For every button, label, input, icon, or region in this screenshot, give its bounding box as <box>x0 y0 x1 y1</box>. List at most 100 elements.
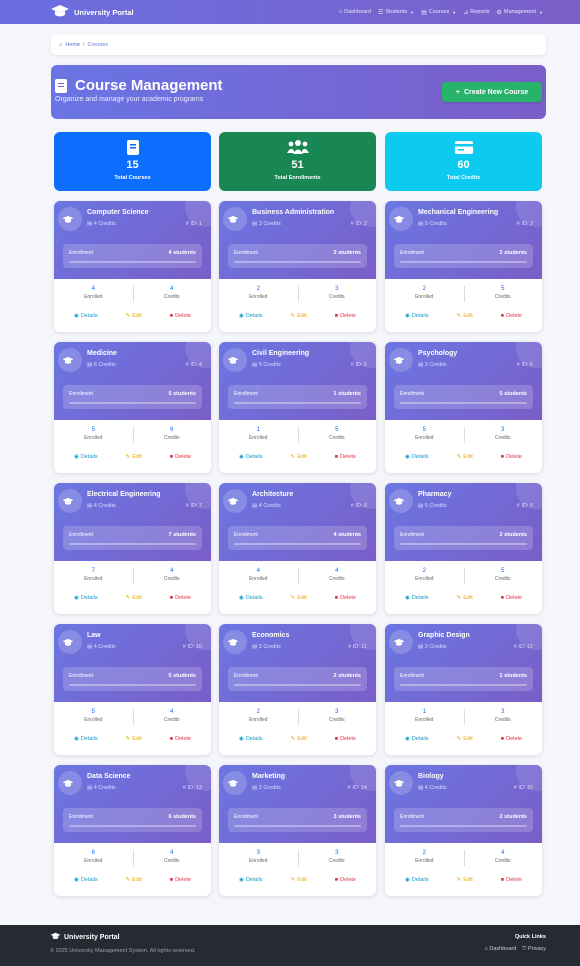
enrollment-row: Enrollment 2 students <box>234 673 361 679</box>
edit-button[interactable]: ✎ Edit <box>457 454 473 460</box>
enrollment-count: 2 students <box>499 814 527 820</box>
credits-stat: 3 Credits <box>298 709 377 723</box>
enrollment-progress-bar <box>234 261 361 263</box>
trash-icon: ■ <box>334 454 339 460</box>
edit-button[interactable]: ✎ Edit <box>457 877 473 883</box>
enrollment-box: Enrollment 1 students <box>228 385 367 409</box>
edit-button[interactable]: ✎ Edit <box>291 454 307 460</box>
edit-button[interactable]: ✎ Edit <box>126 877 142 883</box>
edit-button[interactable]: ✎ Edit <box>457 313 473 319</box>
details-button[interactable]: ◉ Details <box>405 595 429 601</box>
nav-management[interactable]: ⚙ Management ▼ <box>497 9 543 16</box>
delete-button[interactable]: ■ Delete <box>170 736 191 742</box>
delete-button[interactable]: ■ Delete <box>501 877 522 883</box>
stats-divider <box>132 568 134 584</box>
delete-button[interactable]: ■ Delete <box>170 454 191 460</box>
course-card-header: Data Science ▤ 4 Credits # ID: 13 Enrollmen… <box>54 765 211 843</box>
details-button[interactable]: ◉ Details <box>239 595 263 601</box>
enrolled-stat: 7 Enrolled <box>54 568 133 582</box>
nav-courses[interactable]: ▤ Courses ▼ <box>421 9 456 16</box>
edit-button[interactable]: ✎ Edit <box>457 595 473 601</box>
details-button[interactable]: ◉ Details <box>239 313 263 319</box>
details-button[interactable]: ◉ Details <box>405 877 429 883</box>
details-button[interactable]: ◉ Details <box>239 736 263 742</box>
brand-name: University Portal <box>74 7 134 17</box>
details-button[interactable]: ◉ Details <box>239 454 263 460</box>
stats-divider <box>297 286 299 302</box>
create-course-button[interactable]: + Create New Course <box>442 82 542 102</box>
details-button[interactable]: ◉ Details <box>74 313 98 319</box>
edit-button[interactable]: ✎ Edit <box>457 736 473 742</box>
details-button[interactable]: ◉ Details <box>239 877 263 883</box>
delete-button[interactable]: ■ Delete <box>170 313 191 319</box>
course-credits-text: 4 Credits <box>424 785 447 791</box>
delete-button[interactable]: ■ Delete <box>335 595 356 601</box>
edit-button[interactable]: ✎ Edit <box>126 595 142 601</box>
eye-icon: ◉ <box>405 736 410 742</box>
course-stats: 2 Enrolled 5 Credits <box>385 286 542 302</box>
eye-icon: ◉ <box>74 736 79 742</box>
delete-button[interactable]: ■ Delete <box>335 736 356 742</box>
delete-button[interactable]: ■ Delete <box>170 877 191 883</box>
edit-label: Edit <box>463 313 473 319</box>
edit-icon: ✎ <box>290 313 296 319</box>
edit-button[interactable]: ✎ Edit <box>291 736 307 742</box>
credits-value: 5 <box>501 286 505 292</box>
delete-button[interactable]: ■ Delete <box>501 736 522 742</box>
delete-button[interactable]: ■ Delete <box>501 313 522 319</box>
enrolled-label: Enrolled <box>415 858 434 864</box>
enrolled-stat: 5 Enrolled <box>54 709 133 723</box>
hash-icon: # <box>185 503 189 509</box>
credits-label: Credits <box>328 858 345 864</box>
breadcrumb: ⌂ Home / Courses <box>51 34 546 55</box>
course-credits-meta: ▤ 4 Credits <box>418 785 447 791</box>
details-button[interactable]: ◉ Details <box>405 313 429 319</box>
credits-value: 6 <box>170 427 174 433</box>
edit-button[interactable]: ✎ Edit <box>126 736 142 742</box>
edit-button[interactable]: ✎ Edit <box>291 595 307 601</box>
footer: University Portal © 2025 University Mana… <box>0 925 580 966</box>
delete-button[interactable]: ■ Delete <box>170 595 191 601</box>
course-card: Electrical Engineering ▤ 4 Credits # ID: 7… <box>54 483 211 614</box>
breadcrumb-home[interactable]: Home <box>65 42 80 48</box>
details-button[interactable]: ◉ Details <box>74 454 98 460</box>
trash-icon: ■ <box>500 454 505 460</box>
nav-students[interactable]: ☰ Students ▼ <box>378 9 414 16</box>
footer-link-dashboard[interactable]: ⌂ Dashboard <box>485 946 517 953</box>
details-button[interactable]: ◉ Details <box>74 877 98 883</box>
delete-button[interactable]: ■ Delete <box>335 313 356 319</box>
edit-button[interactable]: ✎ Edit <box>126 454 142 460</box>
details-button[interactable]: ◉ Details <box>405 454 429 460</box>
credits-value: 3 <box>335 286 339 292</box>
trash-icon: ■ <box>334 313 339 319</box>
delete-button[interactable]: ■ Delete <box>501 454 522 460</box>
edit-label: Edit <box>297 595 307 601</box>
details-button[interactable]: ◉ Details <box>74 595 98 601</box>
nav-dashboard[interactable]: ⌂ Dashboard <box>338 9 371 16</box>
delete-button[interactable]: ■ Delete <box>335 877 356 883</box>
graduation-cap-icon <box>62 215 74 226</box>
brand[interactable]: University Portal <box>50 4 134 20</box>
credits-label: Credits <box>494 858 511 864</box>
credits-value: 4 <box>170 709 174 715</box>
delete-button[interactable]: ■ Delete <box>501 595 522 601</box>
nav-reports[interactable]: ⊿ Reports <box>463 9 489 16</box>
enrollment-label: Enrollment <box>234 532 258 538</box>
edit-label: Edit <box>463 454 473 460</box>
course-actions: ◉ Details ✎ Edit ■ Delete <box>385 736 542 742</box>
footer-brand-name: University Portal <box>64 933 120 941</box>
course-stats: 2 Enrolled 3 Credits <box>219 709 377 725</box>
edit-button[interactable]: ✎ Edit <box>126 313 142 319</box>
delete-button[interactable]: ■ Delete <box>335 454 356 460</box>
edit-label: Edit <box>132 454 142 460</box>
edit-button[interactable]: ✎ Edit <box>291 313 307 319</box>
stat-total-courses: 15 Total Courses <box>54 132 211 191</box>
course-credits-text: 4 Credits <box>93 221 116 227</box>
edit-button[interactable]: ✎ Edit <box>291 877 307 883</box>
delete-label: Delete <box>506 595 522 601</box>
details-button[interactable]: ◉ Details <box>405 736 429 742</box>
enrollment-label: Enrollment <box>400 391 424 397</box>
footer-link-privacy[interactable]: ⛉ Privacy <box>522 946 546 953</box>
details-button[interactable]: ◉ Details <box>74 736 98 742</box>
credits-label: Credits <box>328 576 345 582</box>
